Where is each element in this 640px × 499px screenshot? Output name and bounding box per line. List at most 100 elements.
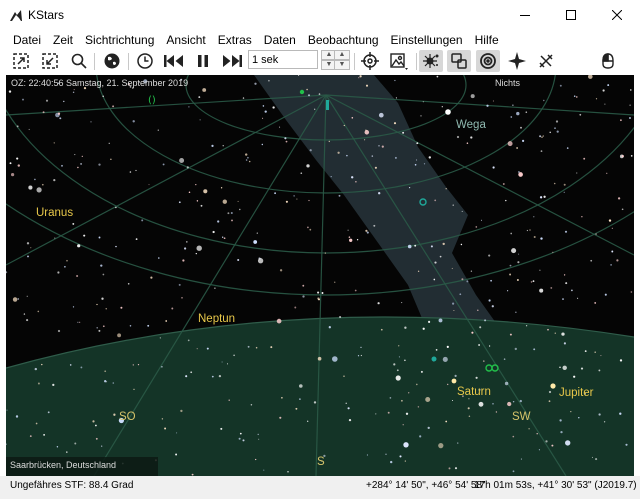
sky-map[interactable]: () Wega Uranus Neptun Saturn Jupiter SO S SW OZ:… bbox=[6, 75, 634, 476]
step-back-button[interactable] bbox=[162, 50, 186, 72]
time-scale-spin-down[interactable]: ▼ bbox=[334, 60, 350, 70]
star bbox=[148, 184, 150, 186]
star bbox=[12, 297, 18, 302]
status-bar: Ungefähres STF: 88.4 Grad +284° 14' 50",… bbox=[0, 476, 640, 499]
maximize-button[interactable] bbox=[548, 0, 594, 30]
star bbox=[360, 346, 362, 349]
toggle-solar-system-button[interactable] bbox=[476, 50, 500, 72]
star bbox=[359, 75, 362, 78]
star bbox=[15, 415, 19, 418]
star bbox=[479, 326, 482, 329]
star bbox=[471, 331, 474, 334]
star bbox=[590, 259, 593, 262]
menu-daten[interactable]: Daten bbox=[258, 33, 302, 47]
star bbox=[365, 229, 368, 232]
toggle-stars-button[interactable] bbox=[419, 50, 443, 72]
set-time-button[interactable] bbox=[133, 50, 157, 72]
star bbox=[563, 183, 566, 186]
star bbox=[220, 427, 223, 430]
star bbox=[72, 306, 75, 308]
star bbox=[57, 329, 61, 333]
star bbox=[101, 297, 104, 300]
star bbox=[186, 166, 189, 169]
toolbar bbox=[0, 49, 640, 74]
star bbox=[318, 93, 321, 95]
zoom-to-fit-button[interactable] bbox=[9, 50, 33, 72]
menu-hilfe[interactable]: Hilfe bbox=[469, 33, 505, 47]
time-scale-spin-up[interactable]: ▲ bbox=[334, 50, 350, 60]
menu-extras[interactable]: Extras bbox=[212, 33, 258, 47]
star bbox=[598, 413, 601, 416]
star bbox=[559, 366, 561, 369]
star bbox=[268, 79, 270, 82]
toggle-satellites-button[interactable] bbox=[534, 50, 558, 72]
star bbox=[247, 156, 249, 159]
menu-sichtrichtung[interactable]: Sichtrichtung bbox=[79, 33, 160, 47]
label-neptun: Neptun bbox=[198, 313, 235, 325]
star bbox=[488, 254, 491, 257]
close-button[interactable] bbox=[594, 0, 640, 30]
minimize-button[interactable] bbox=[502, 0, 548, 30]
star bbox=[502, 183, 505, 185]
image-icon bbox=[390, 53, 408, 70]
star bbox=[338, 194, 341, 197]
toggle-star-labels-button[interactable] bbox=[505, 50, 529, 72]
star bbox=[390, 460, 393, 464]
star bbox=[306, 88, 308, 91]
hud-location: Saarbrücken, Deutschland bbox=[10, 460, 117, 470]
star bbox=[603, 421, 606, 423]
star bbox=[8, 90, 12, 93]
deep-sky-marker bbox=[431, 356, 437, 362]
star bbox=[478, 401, 484, 407]
zoom-out-button[interactable] bbox=[38, 50, 62, 72]
star bbox=[35, 422, 38, 425]
star bbox=[294, 306, 297, 309]
star bbox=[113, 413, 116, 416]
toolbar-separator bbox=[128, 53, 129, 70]
star bbox=[347, 407, 350, 410]
star bbox=[442, 242, 445, 246]
star bbox=[521, 139, 525, 143]
step-forward-button[interactable] bbox=[220, 50, 244, 72]
step-forward-icon bbox=[223, 55, 242, 67]
sky-map-canvas[interactable]: () Wega Uranus Neptun Saturn Jupiter SO S SW bbox=[6, 75, 634, 476]
star bbox=[468, 398, 470, 400]
star bbox=[401, 399, 403, 402]
star bbox=[364, 139, 366, 141]
star bbox=[559, 419, 562, 422]
star bbox=[428, 156, 431, 159]
star bbox=[507, 290, 509, 292]
menu-zeit[interactable]: Zeit bbox=[47, 33, 79, 47]
star bbox=[187, 339, 190, 342]
star bbox=[442, 356, 448, 362]
location-button[interactable] bbox=[100, 50, 124, 72]
toggle-deep-sky-button[interactable] bbox=[447, 50, 471, 72]
pause-button[interactable] bbox=[191, 50, 215, 72]
star bbox=[258, 438, 260, 440]
mouse-mode-button[interactable] bbox=[596, 50, 620, 72]
star bbox=[377, 302, 380, 305]
menu-datei[interactable]: Datei bbox=[7, 33, 47, 47]
image-viewer-button[interactable] bbox=[387, 50, 411, 72]
time-step-field[interactable]: 1 sek bbox=[248, 50, 318, 69]
star bbox=[284, 137, 287, 140]
star bbox=[539, 269, 541, 271]
star-vega-dot bbox=[445, 109, 451, 115]
menu-beobachtung[interactable]: Beobachtung bbox=[302, 33, 385, 47]
star bbox=[77, 321, 79, 323]
star bbox=[608, 219, 612, 222]
star bbox=[41, 183, 44, 186]
center-object-button[interactable] bbox=[358, 50, 382, 72]
sparkle-icon bbox=[508, 52, 526, 70]
star bbox=[198, 96, 201, 99]
menu-ansicht[interactable]: Ansicht bbox=[160, 33, 211, 47]
star bbox=[250, 403, 253, 406]
star bbox=[343, 124, 345, 127]
star bbox=[416, 383, 418, 386]
star bbox=[90, 121, 92, 123]
menu-einstellungen[interactable]: Einstellungen bbox=[385, 33, 469, 47]
star bbox=[77, 244, 81, 248]
star bbox=[616, 259, 619, 262]
star bbox=[115, 206, 117, 209]
search-button[interactable] bbox=[67, 50, 91, 72]
